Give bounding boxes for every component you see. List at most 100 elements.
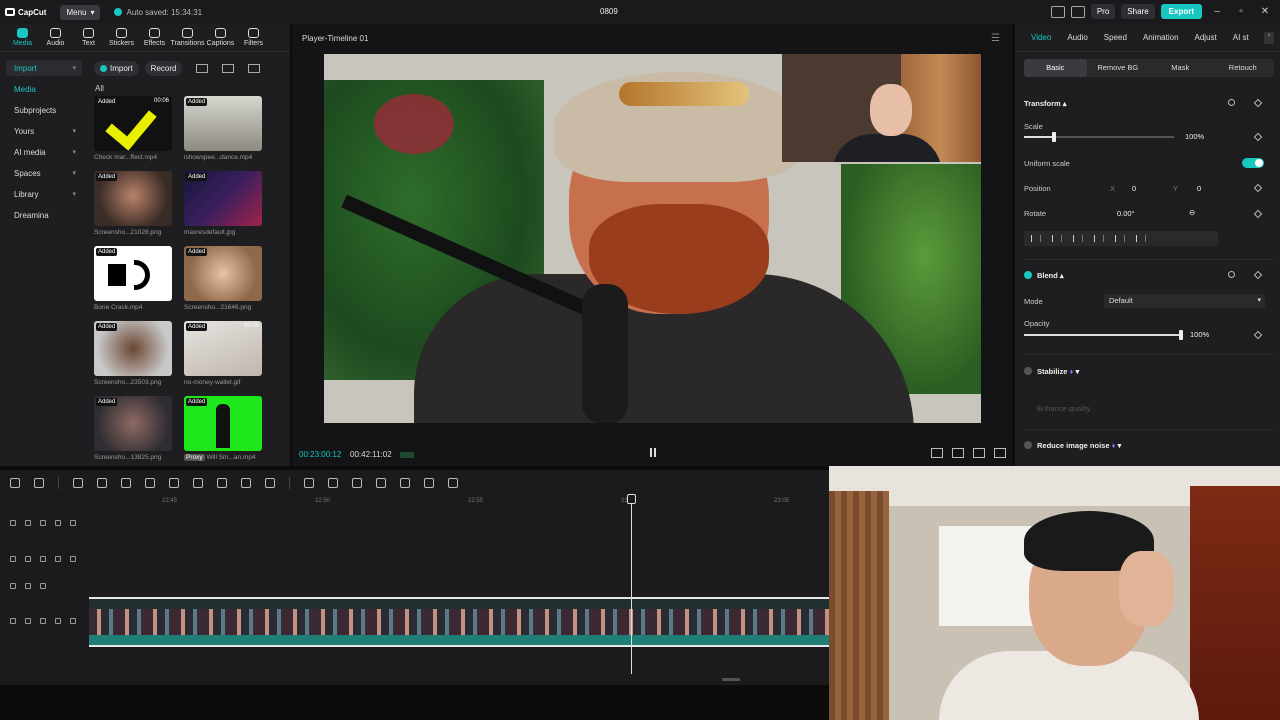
tab-adjust[interactable]: Adjust bbox=[1187, 33, 1225, 42]
transform-heading[interactable]: Transform ▴ bbox=[1024, 99, 1067, 108]
opacity-slider[interactable] bbox=[1024, 330, 1183, 340]
eye-icon[interactable] bbox=[40, 583, 46, 589]
eye-icon[interactable] bbox=[40, 556, 46, 562]
rotate-input[interactable]: 0.00° bbox=[1117, 209, 1135, 218]
reset-icon[interactable] bbox=[1228, 99, 1235, 106]
maximize-icon[interactable]: ▫ bbox=[1232, 6, 1250, 17]
lock-icon[interactable] bbox=[25, 583, 31, 589]
timeline-scrollbar[interactable] bbox=[722, 678, 740, 681]
lock-icon[interactable] bbox=[25, 618, 31, 624]
subtab-retouch[interactable]: Retouch bbox=[1212, 59, 1275, 77]
scale-value[interactable]: 100% bbox=[1185, 132, 1204, 141]
blend-mode-select[interactable]: Default ▾ bbox=[1104, 294, 1265, 308]
shield-icon[interactable] bbox=[217, 478, 227, 488]
grid-view-icon[interactable] bbox=[196, 64, 209, 73]
stabilize-heading[interactable]: Stabilize ♦ ▾ bbox=[1037, 367, 1079, 376]
record-button[interactable]: Record bbox=[144, 61, 183, 76]
blend-checkbox[interactable] bbox=[1024, 271, 1032, 279]
tab-audio-props[interactable]: Audio bbox=[1059, 33, 1095, 42]
reset-icon[interactable] bbox=[1228, 271, 1235, 278]
tab-video[interactable]: Video bbox=[1023, 33, 1059, 42]
align-center-v-icon[interactable] bbox=[1115, 235, 1125, 242]
opacity-value[interactable]: 100% bbox=[1190, 330, 1209, 339]
close-icon[interactable]: ✕ bbox=[1256, 6, 1274, 17]
tab-transitions[interactable]: Transitions bbox=[171, 24, 205, 51]
tab-filters[interactable]: Filters bbox=[237, 24, 270, 51]
scale-slider[interactable] bbox=[1024, 132, 1174, 142]
more-icon[interactable] bbox=[70, 520, 76, 526]
media-item[interactable]: Added Screensho...21028.png bbox=[94, 171, 172, 246]
keyframe-icon[interactable] bbox=[1253, 330, 1263, 340]
lock-icon[interactable] bbox=[25, 520, 31, 526]
lock-icon[interactable] bbox=[25, 556, 31, 562]
align-top-icon[interactable] bbox=[1094, 235, 1104, 242]
position-x-input[interactable]: 0 bbox=[1132, 184, 1136, 193]
tab-speed[interactable]: Speed bbox=[1096, 33, 1135, 42]
video-preview[interactable] bbox=[324, 54, 981, 423]
eye-icon[interactable] bbox=[40, 520, 46, 526]
video-clip[interactable] bbox=[89, 597, 830, 647]
magic-wand-icon[interactable] bbox=[376, 478, 386, 488]
tab-media[interactable]: Media bbox=[6, 24, 39, 51]
keyframe-icon[interactable] bbox=[1253, 132, 1263, 142]
media-item[interactable]: Added Screensho...13825.png bbox=[94, 396, 172, 471]
sidebar-item-dreamina[interactable]: Dreamina bbox=[6, 207, 82, 223]
crop-icon[interactable] bbox=[241, 478, 251, 488]
media-item[interactable]: Added Proxy Will Sm...an.mp4 bbox=[184, 396, 262, 471]
minimize-icon[interactable]: – bbox=[1208, 6, 1226, 17]
more-icon[interactable] bbox=[70, 618, 76, 624]
tab-captions[interactable]: Captions bbox=[204, 24, 237, 51]
export-button[interactable]: Export bbox=[1160, 4, 1202, 19]
speaker-icon[interactable] bbox=[55, 520, 61, 526]
keyframe-icon[interactable] bbox=[1253, 183, 1263, 193]
fullscreen-icon[interactable] bbox=[994, 448, 1006, 458]
media-item[interactable]: Added 00:05 no-money-wallet.gif bbox=[184, 321, 262, 396]
freeze-icon[interactable] bbox=[304, 478, 314, 488]
reduce-noise-heading[interactable]: Reduce image noise ♦ ▾ bbox=[1037, 441, 1121, 450]
tab-stickers[interactable]: Stickers bbox=[105, 24, 138, 51]
rotate-dial-icon[interactable]: ⊖ bbox=[1189, 208, 1195, 217]
split-left-icon[interactable] bbox=[145, 478, 155, 488]
hamburger-menu-icon[interactable]: ☰ bbox=[991, 33, 1000, 44]
keyframe-icon[interactable] bbox=[1253, 209, 1263, 219]
sidebar-item-spaces[interactable]: Spaces ▾ bbox=[6, 165, 82, 181]
speaker-icon[interactable] bbox=[55, 556, 61, 562]
eye-icon[interactable] bbox=[40, 618, 46, 624]
subtab-remove-bg[interactable]: Remove BG bbox=[1087, 59, 1150, 77]
speed-icon[interactable] bbox=[265, 478, 275, 488]
tab-audio[interactable]: Audio bbox=[39, 24, 72, 51]
speaker-icon[interactable] bbox=[55, 618, 61, 624]
blend-heading[interactable]: Blend ▴ bbox=[1037, 271, 1064, 280]
select-tool-icon[interactable] bbox=[34, 478, 44, 488]
mask-icon[interactable] bbox=[400, 478, 410, 488]
timeline-ruler[interactable]: 22:45 22:50 22:55 23:00 23:05 bbox=[90, 496, 830, 508]
split-right-icon[interactable] bbox=[169, 478, 179, 488]
sidebar-item-ai-media[interactable]: AI media ▾ bbox=[6, 144, 82, 160]
align-right-icon[interactable] bbox=[1073, 235, 1083, 242]
tab-text[interactable]: Text bbox=[72, 24, 105, 51]
tab-animation[interactable]: Animation bbox=[1135, 33, 1187, 42]
sidebar-item-media[interactable]: Media bbox=[6, 81, 82, 97]
redo-icon[interactable] bbox=[97, 478, 107, 488]
split-icon[interactable] bbox=[121, 478, 131, 488]
menu-button[interactable]: Menu ▾ bbox=[60, 4, 101, 20]
scale-slider-knob[interactable] bbox=[1052, 132, 1056, 142]
sidebar-item-yours[interactable]: Yours ▾ bbox=[6, 123, 82, 139]
quality-icon[interactable] bbox=[931, 448, 943, 458]
ai-tool-icon[interactable] bbox=[448, 478, 458, 488]
media-item[interactable]: Added maxresdefault.jpg bbox=[184, 171, 262, 246]
keyframe-icon[interactable] bbox=[1253, 270, 1263, 280]
reduce-noise-checkbox[interactable] bbox=[1024, 441, 1032, 449]
opacity-slider-knob[interactable] bbox=[1179, 330, 1183, 340]
pro-button[interactable]: Pro bbox=[1090, 4, 1116, 19]
shortcut-icon[interactable] bbox=[1070, 5, 1085, 18]
reverse-icon[interactable] bbox=[328, 478, 338, 488]
add-track-icon[interactable] bbox=[10, 478, 20, 488]
delete-icon[interactable] bbox=[193, 478, 203, 488]
pause-icon[interactable] bbox=[650, 448, 656, 457]
media-item[interactable]: Added 00:06 Check mar...ffect.mp4 bbox=[94, 96, 172, 171]
chevron-right-icon[interactable]: › bbox=[1264, 31, 1274, 44]
keyframe-icon[interactable] bbox=[1253, 98, 1263, 108]
subtab-mask[interactable]: Mask bbox=[1149, 59, 1212, 77]
align-left-icon[interactable] bbox=[1031, 235, 1041, 242]
